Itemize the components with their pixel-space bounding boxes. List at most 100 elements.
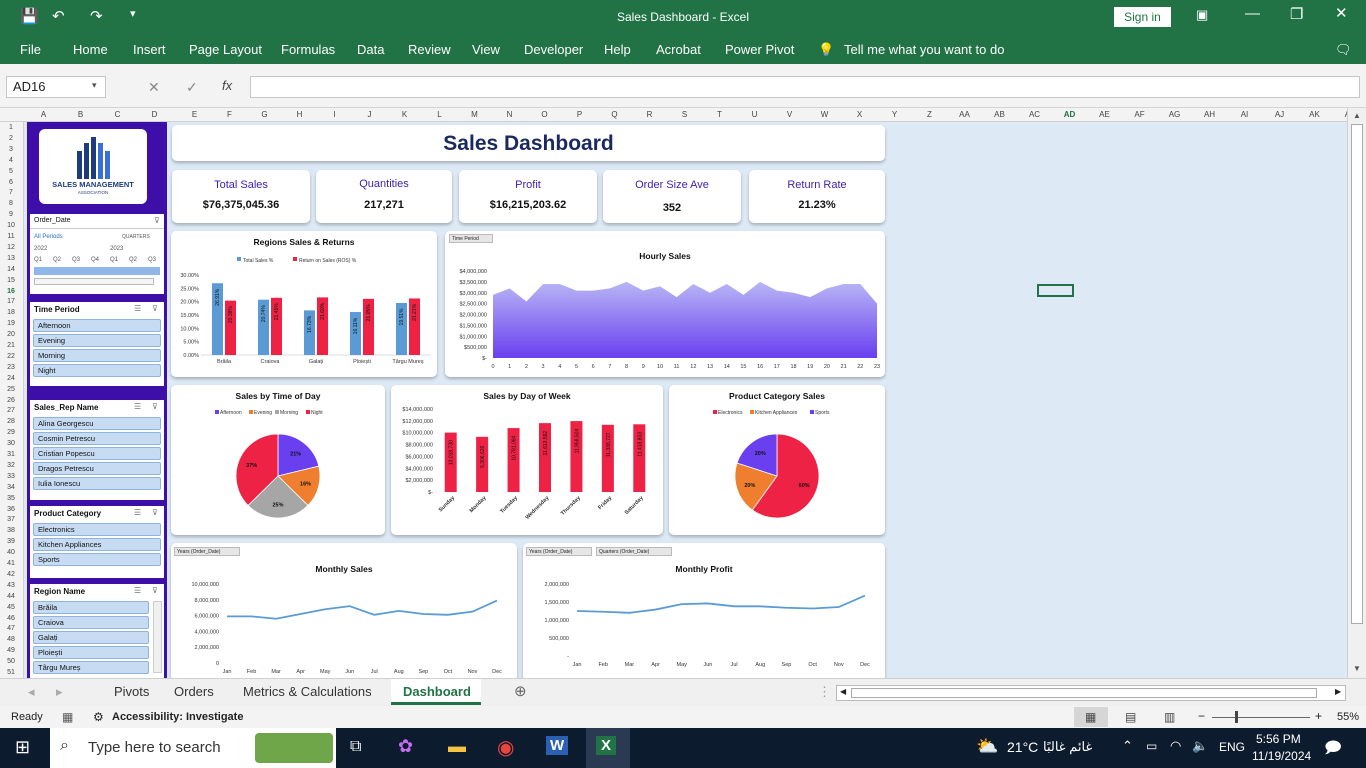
row-header[interactable]: 26: [0, 397, 22, 404]
function-icon[interactable]: fx: [222, 78, 232, 93]
excel-taskbar-active[interactable]: X: [586, 728, 630, 768]
volume-icon[interactable]: 🔈: [1192, 738, 1208, 754]
timeline-scrollbar[interactable]: [34, 278, 154, 285]
column-header[interactable]: Z: [912, 110, 947, 119]
clear-filter-icon[interactable]: ⊽: [154, 216, 160, 225]
zoom-level[interactable]: 55%: [1337, 711, 1359, 723]
scroll-left-icon[interactable]: ◀: [840, 687, 846, 696]
row-header[interactable]: 7: [0, 189, 22, 196]
page-break-view-icon[interactable]: ▥: [1164, 710, 1175, 724]
sheet-tab-dashboard-active[interactable]: Dashboard: [391, 679, 481, 705]
column-header[interactable]: V: [772, 110, 807, 119]
row-header[interactable]: 1: [0, 124, 22, 131]
clear-filter-icon[interactable]: ⊽: [152, 586, 158, 595]
slicer-item-category[interactable]: Kitchen Appliances: [33, 538, 161, 551]
timeline-level[interactable]: QUARTERS: [122, 234, 150, 240]
page-layout-view-icon[interactable]: ▤: [1125, 710, 1136, 724]
order-date-timeline[interactable]: Order_Date ⊽ All Periods QUARTERS 2022 2…: [30, 214, 164, 294]
row-header[interactable]: 49: [0, 647, 22, 654]
multi-select-icon[interactable]: ☰: [134, 508, 141, 517]
row-header[interactable]: 12: [0, 244, 22, 251]
row-header[interactable]: 35: [0, 495, 22, 502]
row-header[interactable]: 9: [0, 211, 22, 218]
column-header[interactable]: T: [702, 110, 737, 119]
column-header[interactable]: Y: [877, 110, 912, 119]
enter-icon[interactable]: ✓: [186, 79, 198, 96]
row-header[interactable]: 27: [0, 407, 22, 414]
column-header[interactable]: A: [26, 110, 61, 119]
row-header[interactable]: 13: [0, 255, 22, 262]
tab-prev-icon[interactable]: ◂: [28, 684, 35, 700]
row-header[interactable]: 39: [0, 538, 22, 545]
chevron-down-icon[interactable]: ▾: [92, 80, 97, 91]
chart-product-category-sales[interactable]: Product Category Sales Electronics Kitche…: [669, 385, 885, 535]
slicer-item-region[interactable]: Galați: [33, 631, 149, 644]
slicer-item-region[interactable]: Târgu Mureș: [33, 661, 149, 674]
column-header[interactable]: AF: [1122, 110, 1157, 119]
slicer-item-rep[interactable]: Cristian Popescu: [33, 447, 161, 460]
clock-date[interactable]: 11/19/2024: [1252, 749, 1311, 763]
slicer-item-morning[interactable]: Morning: [33, 349, 161, 362]
worksheet[interactable]: SALES MANAGEMENT ASSOCIATION Order_Date …: [24, 122, 1347, 678]
weather-icon[interactable]: ⛅: [976, 736, 998, 757]
column-header[interactable]: O: [527, 110, 562, 119]
row-header[interactable]: 25: [0, 386, 22, 393]
minimize-icon[interactable]: —: [1245, 5, 1260, 22]
formula-input[interactable]: [250, 76, 1360, 98]
selected-cell[interactable]: [1037, 284, 1074, 297]
sheet-tab-pivots[interactable]: Pivots: [114, 684, 149, 699]
chart-hourly-sales[interactable]: Time Period Hourly Sales $4,000,000 $3,50…: [445, 231, 885, 377]
scroll-right-icon[interactable]: ▶: [1335, 687, 1341, 696]
sheet-tab-metrics[interactable]: Metrics & Calculations: [243, 684, 372, 699]
timeline-bar[interactable]: [34, 267, 160, 275]
row-header[interactable]: 41: [0, 560, 22, 567]
comments-icon[interactable]: 🗨: [1335, 42, 1352, 58]
row-header[interactable]: 51: [0, 669, 22, 676]
windows-start-icon[interactable]: ⊞: [15, 737, 30, 758]
wifi-icon[interactable]: ◠: [1170, 738, 1181, 754]
multi-select-icon[interactable]: ☰: [134, 586, 141, 595]
zoom-slider-thumb[interactable]: [1235, 711, 1238, 723]
column-header[interactable]: G: [247, 110, 282, 119]
multi-select-icon[interactable]: ☰: [134, 304, 141, 313]
row-header[interactable]: 23: [0, 364, 22, 371]
slicer-item-category[interactable]: Sports: [33, 553, 161, 566]
tab-data[interactable]: Data: [357, 42, 384, 57]
slicer-item-afternoon[interactable]: Afternoon: [33, 319, 161, 332]
column-header[interactable]: X: [842, 110, 877, 119]
tab-insert[interactable]: Insert: [133, 42, 166, 57]
slicer-item-rep[interactable]: Dragos Petrescu: [33, 462, 161, 475]
row-header[interactable]: 19: [0, 320, 22, 327]
row-header[interactable]: 43: [0, 582, 22, 589]
column-header[interactable]: AG: [1157, 110, 1192, 119]
row-header[interactable]: 2: [0, 135, 22, 142]
tab-review[interactable]: Review: [408, 42, 451, 57]
notifications-icon[interactable]: 🗩: [1324, 737, 1342, 764]
row-header[interactable]: 50: [0, 658, 22, 665]
column-header[interactable]: AE: [1087, 110, 1122, 119]
row-header[interactable]: 3: [0, 146, 22, 153]
row-header[interactable]: 33: [0, 473, 22, 480]
ribbon-display-icon[interactable]: ▣: [1196, 7, 1208, 23]
chart-sales-by-time-of-day[interactable]: Sales by Time of Day Afternoon Evening Mor…: [171, 385, 385, 535]
row-header[interactable]: 22: [0, 353, 22, 360]
taskbar-search[interactable]: ⌕ Type here to search: [50, 728, 336, 768]
battery-icon[interactable]: ▭: [1146, 739, 1157, 753]
row-header[interactable]: 21: [0, 342, 22, 349]
tab-power-pivot[interactable]: Power Pivot: [725, 42, 794, 57]
zoom-out-icon[interactable]: −: [1198, 709, 1205, 723]
row-header[interactable]: 29: [0, 429, 22, 436]
column-header[interactable]: P: [562, 110, 597, 119]
column-header[interactable]: K: [387, 110, 422, 119]
column-header[interactable]: R: [632, 110, 667, 119]
column-header[interactable]: AH: [1192, 110, 1227, 119]
tab-formulas[interactable]: Formulas: [281, 42, 335, 57]
tab-help[interactable]: Help: [604, 42, 631, 57]
task-view-icon[interactable]: ⧉: [350, 738, 361, 756]
chart-sales-by-day-of-week[interactable]: Sales by Day of Week $14,000,000 $12,000,…: [391, 385, 663, 535]
column-header[interactable]: J: [352, 110, 387, 119]
column-header[interactable]: F: [212, 110, 247, 119]
column-header[interactable]: D: [137, 110, 172, 119]
scroll-thumb[interactable]: [851, 688, 1317, 698]
column-header[interactable]: C: [100, 110, 135, 119]
